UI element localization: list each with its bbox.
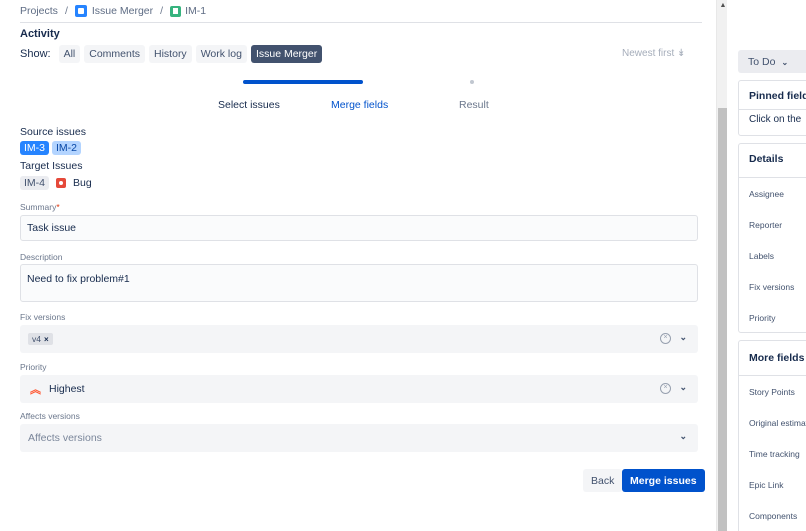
target-issues-label: Target Issues xyxy=(20,160,83,172)
pinned-fields-box: Pinned fields Click on the xyxy=(738,80,806,136)
status-dropdown-button[interactable]: To Do ⌄ xyxy=(738,50,806,73)
breadcrumb: Projects / Issue Merger / IM-1 xyxy=(20,5,206,17)
more-row-components: Components xyxy=(749,511,798,521)
breadcrumb-project-label: Issue Merger xyxy=(91,5,154,17)
stepper-pending-dot xyxy=(470,80,474,84)
target-issue-chip[interactable]: IM-4 xyxy=(20,176,49,190)
version-tag-label: v4 xyxy=(32,334,41,344)
filter-worklog-button[interactable]: Work log xyxy=(195,45,247,63)
details-row-assignee: Assignee xyxy=(749,189,784,199)
details-row-reporter: Reporter xyxy=(749,220,783,230)
target-issue: IM-4 Bug xyxy=(20,176,92,190)
sort-newest-first-button[interactable]: Newest first ↡ xyxy=(622,48,685,59)
affects-versions-label: Affects versions xyxy=(20,411,80,421)
details-title[interactable]: Details xyxy=(749,153,783,165)
filter-issue-merger-button[interactable]: Issue Merger xyxy=(250,45,323,63)
activity-filter-bar: Show: All Comments History Work log Issu… xyxy=(20,45,323,63)
scrollbar-thumb[interactable] xyxy=(718,108,727,531)
more-fields-title[interactable]: More fields xyxy=(749,352,804,364)
description-textarea[interactable]: Need to fix problem#1 xyxy=(20,264,698,302)
source-issues-list: IM-3 IM-2 xyxy=(20,141,81,155)
breadcrumb-projects-link[interactable]: Projects xyxy=(20,5,58,17)
project-icon xyxy=(74,5,87,17)
divider xyxy=(739,177,806,178)
pinned-fields-hint: Click on the xyxy=(749,114,802,125)
step-select-issues: Select issues xyxy=(218,99,280,111)
stepper-progress-bar xyxy=(243,80,363,84)
details-row-priority: Priority xyxy=(749,313,776,323)
required-mark: * xyxy=(56,202,60,212)
source-issue-chip[interactable]: IM-2 xyxy=(52,141,81,155)
breadcrumb-separator: / xyxy=(64,5,68,17)
priority-value: Highest xyxy=(49,383,85,395)
breadcrumb-issue-label: IM-1 xyxy=(185,5,207,17)
filter-comments-button[interactable]: Comments xyxy=(84,45,146,63)
step-result: Result xyxy=(459,99,489,111)
summary-label-text: Summary xyxy=(20,202,57,212)
chevron-down-icon[interactable]: ⌄ xyxy=(679,382,687,393)
breadcrumb-separator: / xyxy=(160,5,164,17)
filter-all-button[interactable]: All xyxy=(58,45,81,63)
version-tag: v4 × xyxy=(28,333,53,345)
scroll-up-arrow-icon[interactable]: ▲ xyxy=(718,0,728,12)
summary-input[interactable]: Task issue xyxy=(20,215,698,241)
details-box: Details Assignee Reporter Labels Fix ver… xyxy=(738,143,806,333)
remove-tag-icon[interactable]: × xyxy=(44,335,49,344)
details-row-fix-versions: Fix versions xyxy=(749,282,795,292)
status-label: To Do xyxy=(748,55,776,68)
divider xyxy=(739,109,806,110)
description-value: Need to fix problem#1 xyxy=(27,273,130,285)
source-issues-label: Source issues xyxy=(20,126,86,138)
more-row-epic-link: Epic Link xyxy=(749,480,784,490)
summary-label: Summary* xyxy=(20,202,60,212)
merge-issues-button[interactable]: Merge issues xyxy=(622,469,705,492)
more-fields-box: More fields Story Points Original estima… xyxy=(738,340,806,531)
scrollbar[interactable]: ▲ xyxy=(716,0,727,531)
more-row-story-points: Story Points xyxy=(749,387,795,397)
back-button[interactable]: Back xyxy=(583,469,623,492)
chevron-down-icon[interactable]: ⌄ xyxy=(679,431,687,442)
chevron-down-icon: ⌄ xyxy=(781,57,789,67)
divider xyxy=(20,22,702,23)
chevron-down-icon[interactable]: ⌄ xyxy=(679,332,687,343)
fix-versions-label: Fix versions xyxy=(20,312,66,322)
filter-history-button[interactable]: History xyxy=(149,45,192,63)
priority-highest-icon: ︽ xyxy=(30,384,41,396)
affects-versions-placeholder: Affects versions xyxy=(28,432,102,444)
fix-versions-select[interactable]: v4 × × ⌄ xyxy=(20,325,698,353)
priority-select[interactable]: ︽ Highest × ⌄ xyxy=(20,375,698,403)
bug-icon xyxy=(56,178,66,188)
source-issue-chip[interactable]: IM-3 xyxy=(20,141,49,155)
priority-label: Priority xyxy=(20,362,47,372)
show-label: Show: xyxy=(20,48,51,60)
more-row-time-tracking: Time tracking xyxy=(749,449,800,459)
issue-type-label: Bug xyxy=(73,177,92,189)
story-icon xyxy=(170,5,182,17)
breadcrumb-project-link[interactable]: Issue Merger xyxy=(74,5,154,17)
breadcrumb-issue-link[interactable]: IM-1 xyxy=(170,5,206,17)
pinned-fields-title: Pinned fields xyxy=(749,90,806,102)
details-row-labels: Labels xyxy=(749,251,775,261)
description-label: Description xyxy=(20,252,63,262)
divider xyxy=(739,375,806,376)
more-row-original-estimate: Original estimate xyxy=(749,418,806,428)
step-merge-fields: Merge fields xyxy=(331,99,389,111)
activity-title: Activity xyxy=(20,28,60,40)
summary-value: Task issue xyxy=(27,222,77,234)
issue-merger-panel: Projects / Issue Merger / IM-1 Activity … xyxy=(0,0,716,531)
issue-sidebar: To Do ⌄ Pinned fields Click on the Detail… xyxy=(738,0,806,531)
clear-icon[interactable]: × xyxy=(660,333,671,344)
affects-versions-select[interactable]: Affects versions ⌄ xyxy=(20,424,698,452)
clear-icon[interactable]: × xyxy=(660,383,671,394)
